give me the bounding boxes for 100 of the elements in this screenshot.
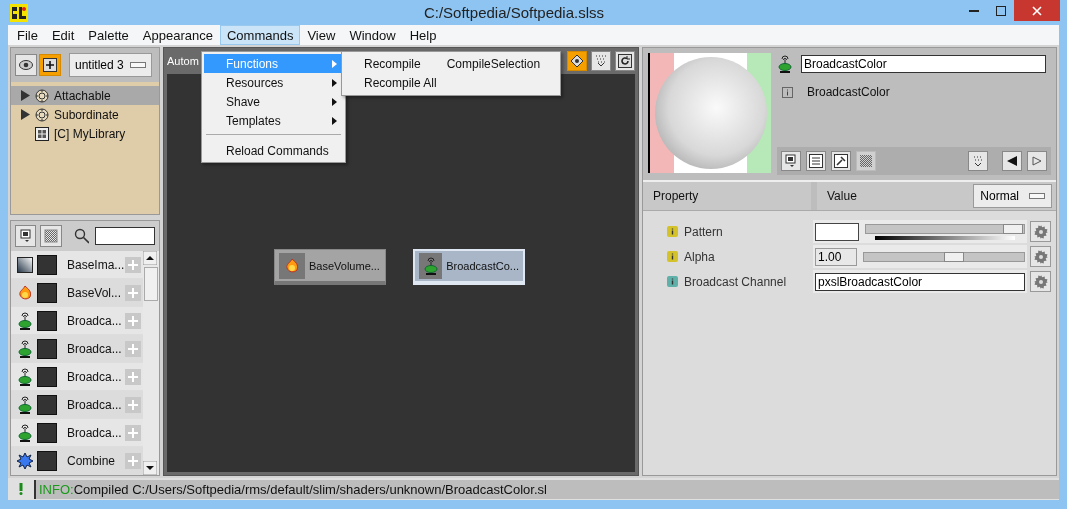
add-node-button[interactable] [125,368,141,385]
gear-icon [35,107,49,122]
dotted-arrow-button[interactable] [968,151,988,171]
property-label: Alpha [684,249,715,264]
antenna-blob-icon [17,395,33,414]
settings-button[interactable] [1030,271,1051,292]
submenu-arrow-icon [332,116,337,125]
menu-item[interactable]: Window [342,25,403,45]
search-icon [73,228,89,244]
mode-dropdown[interactable]: Normal [973,184,1052,208]
value-field[interactable]: 1.00 [815,247,857,266]
submenu-arrow-icon [332,59,337,68]
pin-icon [834,154,848,168]
add-node-button[interactable] [125,424,141,441]
tree-label: Subordinate [54,107,119,122]
diamond-icon [570,54,584,68]
settings-button[interactable] [1030,221,1051,242]
plus-icon [128,399,138,410]
menu-item[interactable]: Appearance [135,25,220,45]
menu-item[interactable]: File [10,25,45,45]
scrollbar[interactable] [143,251,159,475]
image-icon [17,256,33,273]
text-field[interactable]: pxslBroadcastColor [815,272,1025,291]
pattern-button[interactable] [856,151,876,171]
node-icon [785,154,797,168]
scroll-down-icon[interactable] [143,461,157,475]
add-node-button[interactable] [125,396,141,413]
exclamation-icon [18,483,24,495]
plus-icon [128,315,138,326]
antenna-blob-icon [777,55,793,73]
shader-info-label: BroadcastColor [807,85,890,99]
add-node-button[interactable] [125,284,141,301]
dotted-arrow-icon [971,154,985,168]
shader-node[interactable]: BaseVolume... [274,249,386,285]
menu-entry[interactable]: Shave [204,92,343,111]
menu-entry[interactable]: Reload Commands [204,141,343,160]
menu-entry[interactable]: Recompile [364,54,421,73]
eye-toggle-button[interactable] [15,54,37,76]
diamond-target-button[interactable] [567,51,587,71]
swatch [37,366,57,387]
swatch [37,422,57,443]
node-menu-button[interactable] [781,151,801,171]
slider-track[interactable] [865,223,1025,234]
node-menu-button[interactable] [15,225,37,247]
refresh-button[interactable] [615,51,635,71]
plus-icon [128,455,138,466]
antenna-blob-icon [422,257,439,275]
settings-button[interactable] [1030,246,1051,267]
submenu-arrow-icon [332,97,337,106]
shader-dropdown[interactable]: untitled 3 [69,53,152,77]
color-swatch[interactable] [815,222,859,241]
add-node-button[interactable] [125,340,141,357]
window-title: C:/Softpedia/Softpedia.slss [422,4,606,21]
menu-item[interactable]: Palette [81,25,136,45]
add-node-button[interactable] [125,312,141,329]
add-node-button[interactable] [125,452,141,469]
list-button[interactable] [806,151,826,171]
list-icon [809,154,823,168]
dotted-arrow-button[interactable] [591,51,611,71]
menu-item[interactable]: Commands [219,25,301,45]
flame-icon [284,257,300,274]
left-triangle-icon [1006,155,1018,167]
dotted-arrow-icon [594,54,608,68]
menu-entry[interactable]: Templates [204,111,343,130]
info-icon [782,86,793,98]
slider-thumb[interactable] [1002,223,1023,234]
checker-icon [859,154,873,168]
swatch [37,310,57,331]
menu-item[interactable]: Edit [44,25,82,45]
shader-node[interactable]: BroadcastCo... [413,249,525,285]
scroll-up-icon[interactable] [143,251,157,265]
add-node-button[interactable] [125,256,141,273]
menu-entry[interactable]: CompileSelection [446,54,541,73]
plus-icon [43,58,57,72]
slider-thumb[interactable] [943,251,964,262]
menu-item[interactable]: Help [402,25,444,45]
antenna-blob-icon [17,367,33,386]
menu-entry[interactable]: Recompile All [364,73,437,92]
menu-entry[interactable]: Resources [204,73,343,92]
menu-item[interactable]: View [300,25,343,45]
pin-button[interactable] [831,151,851,171]
scroll-thumb[interactable] [144,267,158,301]
flame-icon [17,284,33,301]
slider-track[interactable] [863,251,1025,262]
expand-arrow-icon[interactable] [21,109,30,120]
tree-item[interactable]: Attachable [11,86,159,105]
back-arrow-button[interactable] [1002,151,1022,171]
add-button[interactable] [39,54,61,76]
forward-arrow-button[interactable] [1027,151,1047,171]
tree-item[interactable]: Subordinate [11,105,159,124]
tree-label: Attachable [54,88,111,103]
eye-icon [19,60,33,70]
starburst-icon [17,452,33,469]
search-field[interactable] [95,227,155,245]
antenna-blob-icon [17,339,33,358]
expand-arrow-icon[interactable] [21,90,30,101]
column-header: Property [643,182,817,210]
name-field[interactable]: BroadcastColor [801,55,1046,73]
tree-item[interactable]: [C] MyLibrary [11,124,159,143]
pattern-button[interactable] [40,225,62,247]
